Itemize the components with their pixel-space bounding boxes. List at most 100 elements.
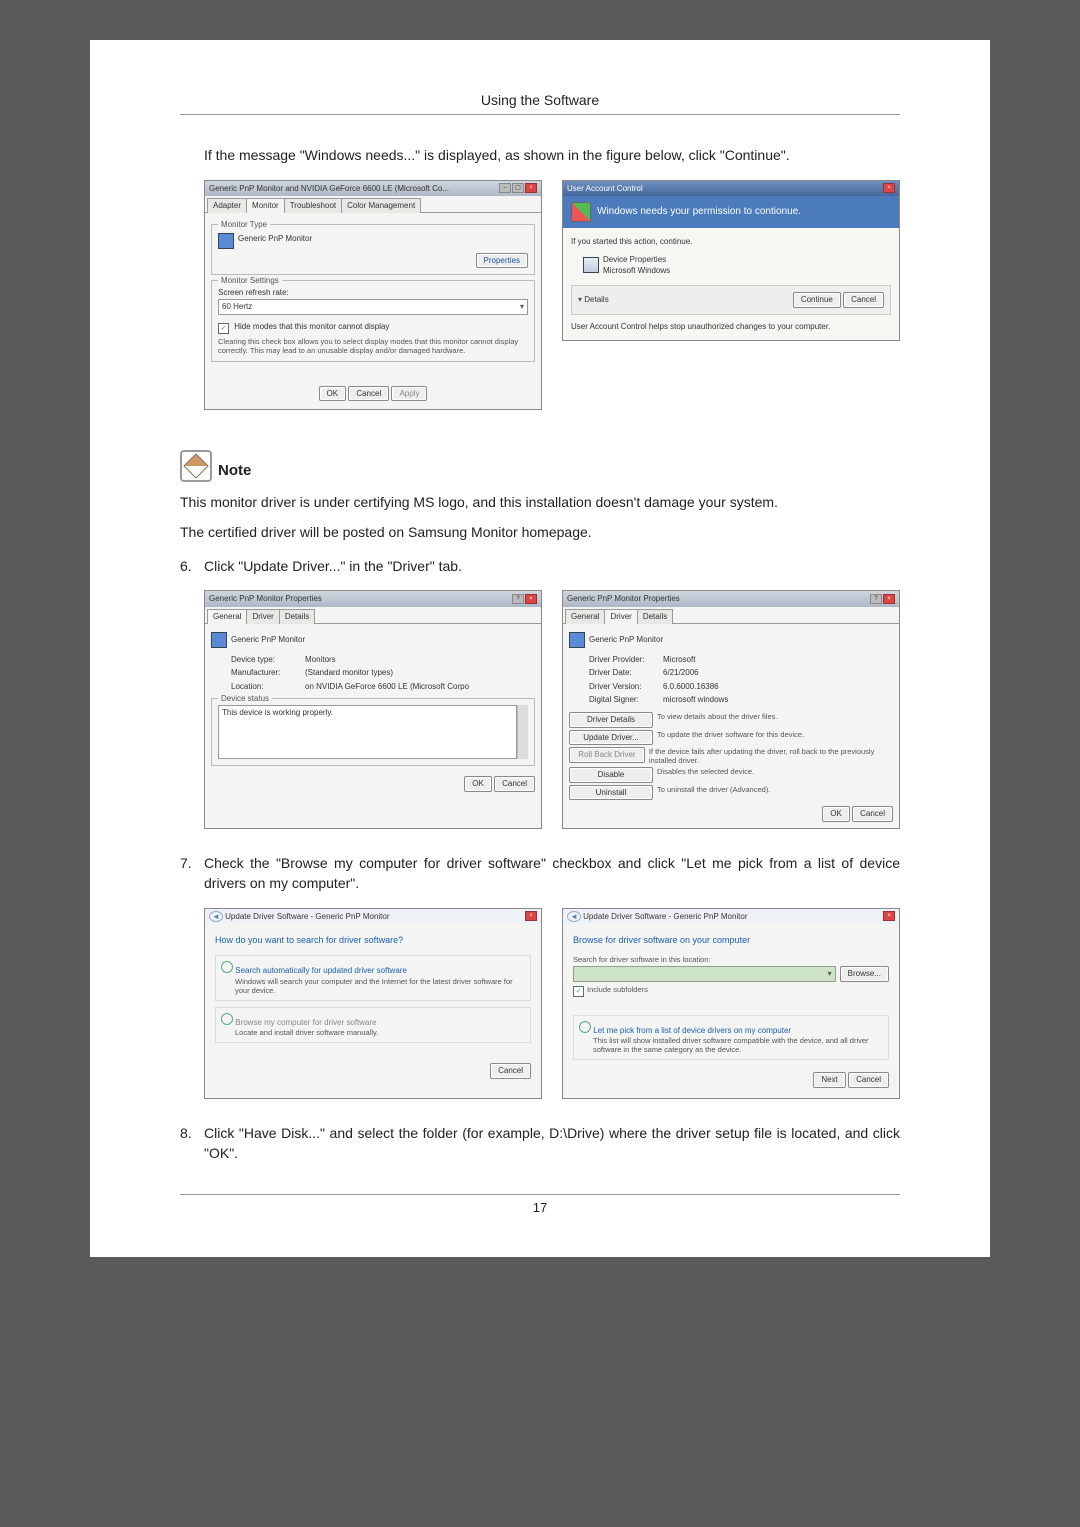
path-combobox[interactable]: ▾ bbox=[573, 966, 836, 982]
details-label[interactable]: Details bbox=[584, 295, 608, 304]
help-icon[interactable]: ? bbox=[512, 594, 524, 604]
chevron-down-icon[interactable]: ▾ bbox=[578, 295, 582, 304]
option-title: Search automatically for updated driver … bbox=[235, 966, 407, 975]
tab-general[interactable]: General bbox=[207, 609, 247, 624]
maximize-icon[interactable]: ▢ bbox=[512, 183, 524, 193]
browse-button[interactable]: Browse... bbox=[840, 966, 889, 982]
cancel-button[interactable]: Cancel bbox=[848, 1072, 889, 1088]
step-8: 8. Click "Have Disk..." and select the f… bbox=[180, 1123, 900, 1164]
value: on NVIDIA GeForce 6600 LE (Microsoft Cor… bbox=[305, 681, 469, 693]
properties-button[interactable]: Properties bbox=[476, 253, 528, 269]
tab-monitor[interactable]: Monitor bbox=[246, 198, 285, 213]
ok-button[interactable]: OK bbox=[464, 776, 492, 792]
cancel-button[interactable]: Cancel bbox=[494, 776, 535, 792]
status-textarea: This device is working properly. bbox=[218, 705, 517, 759]
uac-footer: User Account Control helps stop unauthor… bbox=[571, 321, 891, 333]
step-text: Click "Update Driver..." in the "Driver"… bbox=[204, 556, 900, 576]
value: (Standard monitor types) bbox=[305, 667, 393, 679]
cancel-button[interactable]: Cancel bbox=[490, 1063, 531, 1079]
intro-paragraph: If the message "Windows needs..." is dis… bbox=[204, 145, 900, 165]
program-icon bbox=[583, 257, 599, 273]
close-icon[interactable]: × bbox=[883, 594, 895, 604]
apply-button[interactable]: Apply bbox=[391, 386, 427, 402]
tab-general[interactable]: General bbox=[565, 609, 605, 624]
hide-modes-label: Hide modes that this monitor cannot disp… bbox=[234, 322, 389, 331]
close-icon[interactable]: × bbox=[883, 183, 895, 193]
close-icon[interactable]: × bbox=[525, 183, 537, 193]
tab-driver[interactable]: Driver bbox=[604, 609, 637, 624]
scrollbar[interactable] bbox=[517, 705, 528, 759]
tab-details[interactable]: Details bbox=[279, 609, 315, 624]
option-browse-computer[interactable]: Browse my computer for driver software L… bbox=[215, 1007, 531, 1044]
back-icon[interactable]: ◄ bbox=[209, 911, 223, 922]
driver-details-button[interactable]: Driver Details bbox=[569, 712, 653, 728]
dialog-update-driver-browse: ◄ Update Driver Software - Generic PnP M… bbox=[562, 908, 900, 1099]
next-button[interactable]: Next bbox=[813, 1072, 845, 1088]
uac-started-text: If you started this action, continue. bbox=[571, 236, 891, 248]
uninstall-button[interactable]: Uninstall bbox=[569, 785, 653, 801]
group-label: Monitor Type bbox=[218, 219, 270, 231]
minimize-icon[interactable]: – bbox=[499, 183, 511, 193]
dialog-properties-driver: Generic PnP Monitor Properties ?× Genera… bbox=[562, 590, 900, 829]
header-rule bbox=[180, 114, 900, 115]
back-icon[interactable]: ◄ bbox=[567, 911, 581, 922]
tab-adapter[interactable]: Adapter bbox=[207, 198, 247, 213]
device-name: Generic PnP Monitor bbox=[589, 634, 663, 646]
label: Location: bbox=[231, 681, 301, 693]
option-pick-from-list[interactable]: Let me pick from a list of device driver… bbox=[573, 1015, 889, 1061]
rollback-driver-button[interactable]: Roll Back Driver bbox=[569, 747, 645, 763]
step-7: 7. Check the "Browse my computer for dri… bbox=[180, 853, 900, 894]
arrow-icon bbox=[221, 1013, 233, 1025]
step-number: 8. bbox=[180, 1123, 204, 1164]
continue-button[interactable]: Continue bbox=[793, 292, 841, 308]
monitor-icon bbox=[211, 632, 227, 648]
refresh-rate-select[interactable]: 60 Hertz ▾ bbox=[218, 299, 528, 315]
value: 6/21/2006 bbox=[663, 667, 699, 679]
titlebar: Generic PnP Monitor Properties ?× bbox=[205, 591, 541, 607]
step-number: 7. bbox=[180, 853, 204, 894]
group-label: Monitor Settings bbox=[218, 275, 282, 287]
titlebar: Generic PnP Monitor and NVIDIA GeForce 6… bbox=[205, 181, 541, 197]
pencil-icon bbox=[183, 453, 208, 478]
option-title: Let me pick from a list of device driver… bbox=[593, 1026, 791, 1035]
hide-modes-checkbox[interactable]: ✓ bbox=[218, 323, 229, 334]
note-line-1: This monitor driver is under certifying … bbox=[180, 492, 900, 512]
device-name: Generic PnP Monitor bbox=[238, 233, 312, 245]
wizard-heading: How do you want to search for driver sof… bbox=[215, 934, 531, 947]
tab-details[interactable]: Details bbox=[637, 609, 673, 624]
option-desc: Locate and install driver software manua… bbox=[235, 1028, 525, 1037]
label: Driver Date: bbox=[589, 667, 659, 679]
include-subfolders-label: Include subfolders bbox=[587, 985, 648, 994]
option-search-auto[interactable]: Search automatically for updated driver … bbox=[215, 955, 531, 1001]
ok-button[interactable]: OK bbox=[822, 806, 850, 822]
update-driver-button[interactable]: Update Driver... bbox=[569, 730, 653, 746]
tab-color-management[interactable]: Color Management bbox=[341, 198, 421, 213]
chevron-down-icon: ▾ bbox=[828, 968, 832, 980]
monitor-icon bbox=[569, 632, 585, 648]
help-icon[interactable]: ? bbox=[870, 594, 882, 604]
label: Driver Version: bbox=[589, 681, 659, 693]
close-icon[interactable]: × bbox=[525, 911, 537, 921]
cancel-button[interactable]: Cancel bbox=[852, 806, 893, 822]
include-subfolders-checkbox[interactable]: ✓ bbox=[573, 986, 584, 997]
dialog-uac: User Account Control × Windows needs you… bbox=[562, 180, 900, 342]
uac-details-row: ▾ Details Continue Cancel bbox=[571, 285, 891, 315]
step-text: Click "Have Disk..." and select the fold… bbox=[204, 1123, 900, 1164]
close-icon[interactable]: × bbox=[525, 594, 537, 604]
ok-button[interactable]: OK bbox=[319, 386, 347, 402]
tab-driver[interactable]: Driver bbox=[246, 609, 279, 624]
window-title: Generic PnP Monitor Properties bbox=[209, 593, 322, 605]
value: Monitors bbox=[305, 654, 336, 666]
dialog-monitor-properties: Generic PnP Monitor and NVIDIA GeForce 6… bbox=[204, 180, 542, 410]
label: Device type: bbox=[231, 654, 301, 666]
disable-button[interactable]: Disable bbox=[569, 767, 653, 783]
cancel-button[interactable]: Cancel bbox=[843, 292, 884, 308]
cancel-button[interactable]: Cancel bbox=[348, 386, 389, 402]
shield-icon bbox=[571, 202, 591, 222]
label: Manufacturer: bbox=[231, 667, 301, 679]
value: Microsoft bbox=[663, 654, 695, 666]
note-line-2: The certified driver will be posted on S… bbox=[180, 522, 900, 542]
tab-troubleshoot[interactable]: Troubleshoot bbox=[284, 198, 342, 213]
close-icon[interactable]: × bbox=[883, 911, 895, 921]
note-icon bbox=[180, 450, 212, 482]
